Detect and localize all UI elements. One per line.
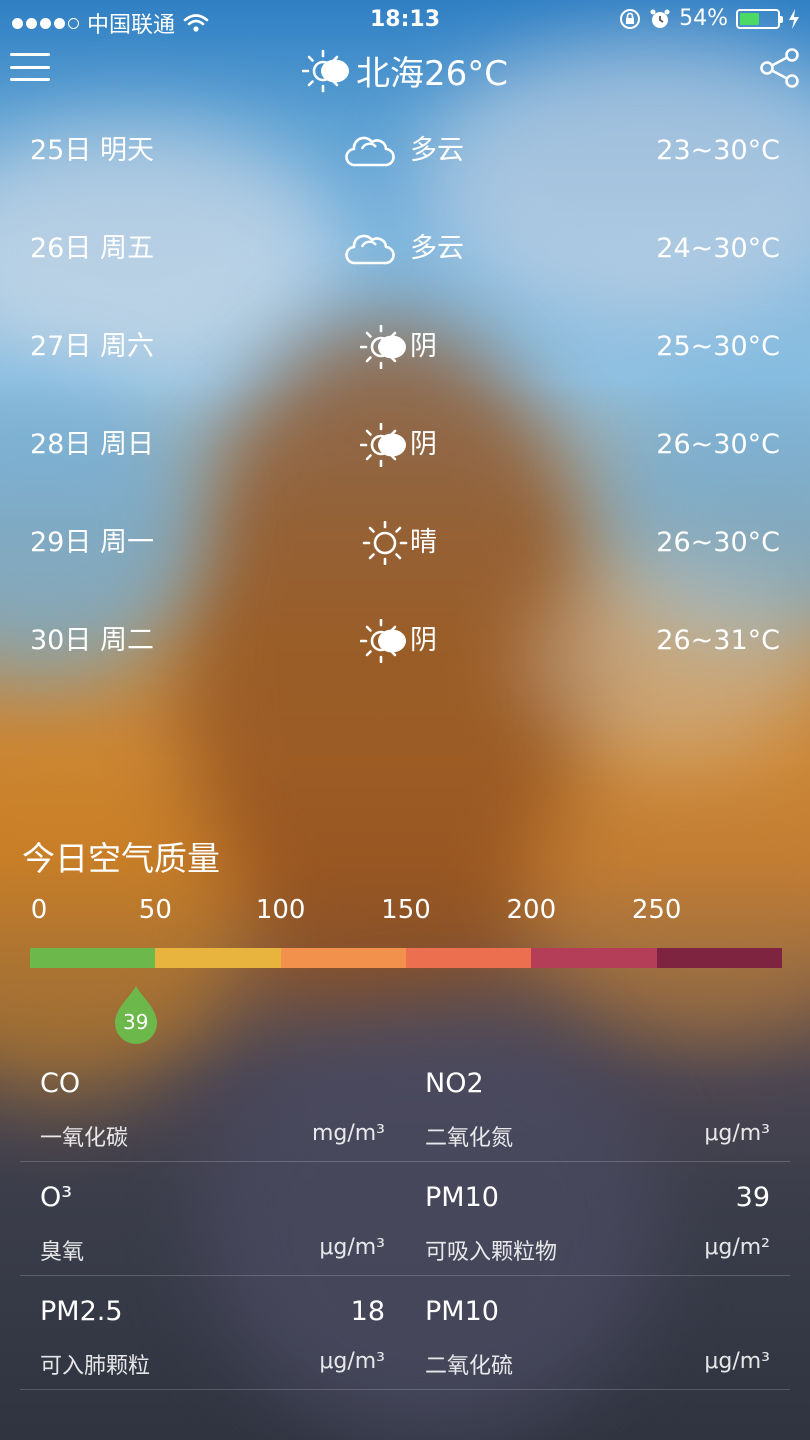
aqi-scale-labels: 0 50 100 150 200 250 xyxy=(30,895,782,929)
forecast-temperature: 25~30°C xyxy=(656,331,780,362)
pollutant-row: CO 一氧化碳 mg/m³ NO2 二氧化氮 μg/m³ xyxy=(20,1048,790,1162)
forecast-temperature: 26~31°C xyxy=(656,625,780,656)
charging-bolt-icon xyxy=(789,8,799,29)
pollutant-grid: CO 一氧化碳 mg/m³ NO2 二氧化氮 μg/m³ O³ 臭氧 μg/m³ PM10 39 可吸… xyxy=(20,1048,790,1390)
aqi-scale-label: 150 xyxy=(381,895,431,925)
forecast-row: 29日 周一 晴 26~30°C xyxy=(0,494,810,592)
forecast-condition: 多云 xyxy=(410,135,464,166)
forecast-row: 27日 周六 阴 25~30°C xyxy=(0,298,810,396)
forecast-condition: 阴 xyxy=(410,331,437,362)
city-title: 北海26°C xyxy=(0,46,810,95)
battery-icon xyxy=(736,8,783,29)
aqi-value: 39 xyxy=(123,1010,149,1034)
forecast-row: 25日 明天 多云 23~30°C xyxy=(0,102,810,200)
partly-sunny-icon xyxy=(301,49,349,92)
pollutant-code: PM10 xyxy=(425,1182,499,1213)
overcast-icon xyxy=(360,423,406,467)
forecast-temperature: 23~30°C xyxy=(656,135,780,166)
forecast-condition: 阴 xyxy=(410,625,437,656)
aqi-bar-segment xyxy=(656,948,782,968)
forecast-date: 27日 周六 xyxy=(30,331,154,362)
pollutant-name: 可入肺颗粒 xyxy=(40,1354,151,1379)
pollutant-name: 可吸入颗粒物 xyxy=(425,1240,558,1265)
aqi-scale-label: 50 xyxy=(138,895,172,925)
pollutant-cell: O³ 臭氧 μg/m³ xyxy=(20,1162,405,1276)
forecast-date: 25日 明天 xyxy=(30,135,154,166)
forecast-row: 26日 周五 多云 24~30°C xyxy=(0,200,810,298)
pollutant-value: 18 xyxy=(350,1296,385,1327)
aqi-scale-label: 100 xyxy=(255,895,306,925)
forecast-date: 30日 周二 xyxy=(30,625,154,656)
forecast-row: 28日 周日 阴 26~30°C xyxy=(0,396,810,494)
page-title: 北海26°C xyxy=(355,54,508,94)
pollutant-row: O³ 臭氧 μg/m³ PM10 39 可吸入颗粒物 μg/m² xyxy=(20,1162,790,1276)
pollutant-cell: CO 一氧化碳 mg/m³ xyxy=(20,1048,405,1162)
forecast-condition: 阴 xyxy=(410,429,437,460)
pollutant-code: PM10 xyxy=(425,1296,499,1327)
pollutant-row: PM2.5 18 可入肺颗粒 μg/m³ PM10 二氧化硫 μg/m³ xyxy=(20,1276,790,1390)
forecast-date: 26日 周五 xyxy=(30,233,154,264)
status-bar: 中国联通 18:13 54% xyxy=(0,0,810,40)
cloudy-icon xyxy=(345,234,395,265)
pollutant-code: PM2.5 xyxy=(40,1296,123,1327)
pollutant-cell: NO2 二氧化氮 μg/m³ xyxy=(405,1048,790,1162)
pollutant-code: NO2 xyxy=(425,1068,484,1099)
pollutant-cell: PM2.5 18 可入肺颗粒 μg/m³ xyxy=(20,1276,405,1390)
share-icon[interactable] xyxy=(758,46,802,90)
aqi-color-bar xyxy=(30,948,782,968)
overcast-icon xyxy=(360,325,406,369)
aqi-bar-segment xyxy=(30,948,156,968)
forecast-temperature: 26~30°C xyxy=(656,527,780,558)
pollutant-cell: PM10 39 可吸入颗粒物 μg/m² xyxy=(405,1162,790,1276)
pollutant-name: 二氧化硫 xyxy=(425,1354,514,1379)
forecast-row: 30日 周二 阴 26~31°C xyxy=(0,592,810,690)
forecast-temperature: 24~30°C xyxy=(656,233,780,264)
forecast-temperature: 26~30°C xyxy=(656,429,780,460)
pollutant-name: 臭氧 xyxy=(40,1240,85,1265)
aqi-bar-segment xyxy=(280,948,406,968)
nav-bar: 北海26°C xyxy=(0,40,810,100)
rotation-lock-icon xyxy=(620,8,641,29)
pollutant-cell: PM10 二氧化硫 μg/m³ xyxy=(405,1276,790,1390)
aqi-bar-segment xyxy=(531,948,657,968)
pollutant-unit: μg/m² xyxy=(704,1235,770,1260)
pollutant-value: 39 xyxy=(735,1182,770,1213)
aqi-bar-segment xyxy=(405,948,532,968)
pollutant-unit: μg/m³ xyxy=(319,1235,385,1260)
battery-percent: 54% xyxy=(679,6,728,31)
aqi-scale-label: 250 xyxy=(631,895,682,925)
sunny-icon xyxy=(362,521,408,565)
aqi-scale-label: 200 xyxy=(506,895,557,925)
cloudy-icon xyxy=(345,136,395,167)
pollutant-name: 一氧化碳 xyxy=(40,1126,129,1151)
alarm-icon xyxy=(650,9,670,28)
pollutant-unit: μg/m³ xyxy=(704,1349,770,1374)
forecast-date: 28日 周日 xyxy=(30,429,154,460)
aqi-bar-segment xyxy=(155,948,281,968)
forecast-condition: 晴 xyxy=(410,527,437,558)
forecast-condition: 多云 xyxy=(410,233,464,264)
air-quality-title: 今日空气质量 xyxy=(22,839,220,878)
aqi-scale-label: 0 xyxy=(30,895,48,925)
aqi-marker: 39 xyxy=(113,986,159,1046)
pollutant-unit: μg/m³ xyxy=(704,1121,770,1146)
pollutant-code: O³ xyxy=(40,1182,73,1213)
pollutant-code: CO xyxy=(40,1068,81,1099)
forecast-list[interactable]: 24日 今天阴24~30°C25日 明天多云23~30°C26日 周五多云24~… xyxy=(0,100,810,740)
overcast-icon xyxy=(360,619,406,663)
forecast-date: 29日 周一 xyxy=(30,527,154,558)
pollutant-name: 二氧化氮 xyxy=(425,1126,514,1151)
pollutant-unit: μg/m³ xyxy=(319,1349,385,1374)
pollutant-unit: mg/m³ xyxy=(311,1121,385,1146)
